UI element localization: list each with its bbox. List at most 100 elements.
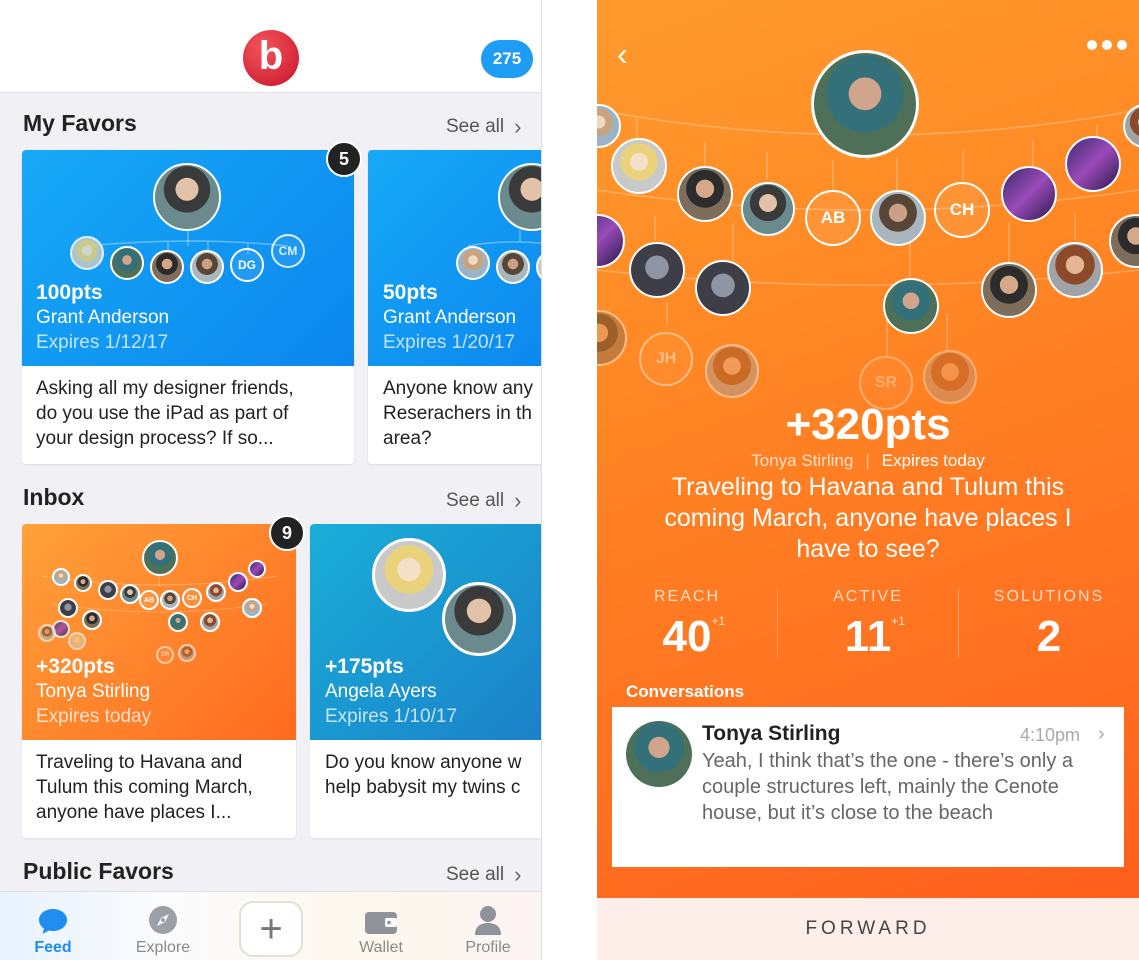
tab-explore[interactable]: Explore xyxy=(118,892,208,960)
card-body-line: Reserachers in th xyxy=(383,403,532,424)
stat-active: ACTIVE 11 +1 xyxy=(778,588,958,662)
owner-avatar xyxy=(153,163,221,231)
member-avatar xyxy=(168,612,188,632)
favor-expiry: Expires today xyxy=(881,451,985,470)
stat-label: ACTIVE xyxy=(833,588,903,605)
person-icon xyxy=(475,906,501,935)
member-avatar xyxy=(1065,136,1121,192)
card-hero: AB CH SR +320pts Tonya Stirling Expires … xyxy=(22,524,296,740)
conversation-name: Tonya Stirling xyxy=(702,722,841,745)
see-all-public-link[interactable]: See all › xyxy=(446,862,521,888)
member-avatar xyxy=(741,182,795,236)
tab-label: Feed xyxy=(34,939,72,956)
member-avatar xyxy=(52,568,70,586)
conversation-item[interactable]: Tonya Stirling 4:10pm › Yeah, I think th… xyxy=(612,707,1124,867)
favor-author: Tonya Stirling xyxy=(751,451,854,470)
member-initials: CH xyxy=(934,182,990,238)
member-avatar xyxy=(1047,242,1103,298)
plus-icon: + xyxy=(259,906,283,951)
tab-feed[interactable]: Feed xyxy=(8,892,98,960)
app-logo[interactable]: b xyxy=(243,30,299,86)
stat-value: 40 xyxy=(662,612,712,661)
points-badge[interactable]: 275 xyxy=(481,40,533,78)
inbox-card[interactable]: +175pts Angela Ayers Expires 1/10/17 Do … xyxy=(310,524,541,838)
top-bar: b 275 xyxy=(0,0,541,93)
create-favor-button[interactable]: + xyxy=(239,901,303,957)
card-body: Do you know anyone w help babysit my twi… xyxy=(325,750,521,800)
card-points: +320pts xyxy=(36,655,115,678)
chat-bubble-icon xyxy=(39,909,67,934)
stat-value: 2 xyxy=(1036,612,1062,661)
member-avatar xyxy=(695,260,751,316)
section-title-public-favors: Public Favors xyxy=(23,858,174,884)
section-title-my-favors: My Favors xyxy=(23,110,137,136)
member-avatar xyxy=(883,278,939,334)
see-all-inbox-link[interactable]: See all › xyxy=(446,488,521,514)
stat-label: REACH xyxy=(653,588,720,605)
favor-points: +320pts xyxy=(785,400,951,449)
card-author: Grant Anderson xyxy=(36,307,170,328)
favor-card[interactable]: DG CM 100pts Grant Anderson Expires 1/12… xyxy=(22,150,354,464)
member-avatar xyxy=(496,250,530,284)
card-body: Anyone know any Reserachers in th area? xyxy=(383,376,533,451)
member-avatar xyxy=(456,246,490,280)
forward-button[interactable]: FORWARD xyxy=(597,898,1139,960)
conversation-time: 4:10pm xyxy=(1020,725,1081,745)
tab-wallet[interactable]: Wallet xyxy=(336,892,426,960)
member-avatar xyxy=(190,250,224,284)
card-hero: 50pts Grant Anderson Expires 1/20/17 xyxy=(368,150,541,366)
card-expiry: Expires 1/10/17 xyxy=(325,706,458,727)
owner-avatar xyxy=(142,540,178,576)
member-avatar xyxy=(58,598,78,618)
notification-badge: 9 xyxy=(269,515,305,551)
compass-icon xyxy=(149,906,177,934)
card-author: Tonya Stirling xyxy=(36,681,151,702)
meta-separator: | xyxy=(865,451,870,470)
conversations-label: Conversations xyxy=(626,682,745,701)
card-hero: +175pts Angela Ayers Expires 1/10/17 xyxy=(310,524,541,740)
card-points: +175pts xyxy=(325,655,404,678)
member-avatar xyxy=(38,624,56,642)
member-avatar xyxy=(705,344,759,398)
card-body-line: Do you know anyone w xyxy=(325,752,522,773)
member-avatar xyxy=(98,580,118,600)
member-avatar xyxy=(442,582,516,656)
member-avatar xyxy=(228,572,248,592)
card-body-line: help babysit my twins c xyxy=(325,777,521,798)
card-body-line: your design process? If so... xyxy=(36,428,274,449)
see-all-favors-link[interactable]: See all › xyxy=(446,114,521,140)
card-expiry: Expires today xyxy=(36,706,152,727)
tab-profile[interactable]: Profile xyxy=(443,892,533,960)
notification-badge: 5 xyxy=(326,141,362,177)
member-avatar xyxy=(82,610,102,630)
chevron-right-icon: › xyxy=(514,488,522,513)
card-author: Grant Anderson xyxy=(383,307,517,328)
member-avatar xyxy=(160,590,180,610)
card-body: Traveling to Havana and Tulum this comin… xyxy=(36,750,253,825)
tab-label: Wallet xyxy=(359,939,403,956)
stat-value-wrap: 11 +1 xyxy=(845,612,905,662)
member-initials: CH xyxy=(182,588,202,608)
member-avatar xyxy=(74,574,92,592)
stat-value-wrap: 2 xyxy=(1037,612,1061,662)
member-avatar xyxy=(70,236,104,270)
stat-value-wrap: 40 +1 xyxy=(662,612,726,662)
member-initials: JH xyxy=(639,332,693,386)
wallet-icon xyxy=(365,912,397,934)
member-initials: CM xyxy=(271,234,305,268)
member-avatar xyxy=(248,560,266,578)
member-avatar xyxy=(206,582,226,602)
favor-meta: Tonya Stirling | Expires today xyxy=(597,451,1139,471)
chevron-right-icon: › xyxy=(1098,723,1105,745)
member-avatar xyxy=(68,632,86,650)
favor-card[interactable]: 50pts Grant Anderson Expires 1/20/17 Any… xyxy=(368,150,541,464)
logo-letter: b xyxy=(258,34,284,78)
favor-question: Traveling to Havana and Tulum this comin… xyxy=(664,473,1072,563)
inbox-card[interactable]: AB CH SR +320pts Tonya Stirling Expires … xyxy=(22,524,296,838)
card-body-line: do you use the iPad as part of xyxy=(36,403,289,424)
card-body: Asking all my designer friends, do you u… xyxy=(36,376,294,451)
card-body-line: Asking all my designer friends, xyxy=(36,378,294,399)
member-avatar xyxy=(629,242,685,298)
see-all-label: See all xyxy=(446,116,505,137)
member-avatar xyxy=(923,350,977,404)
